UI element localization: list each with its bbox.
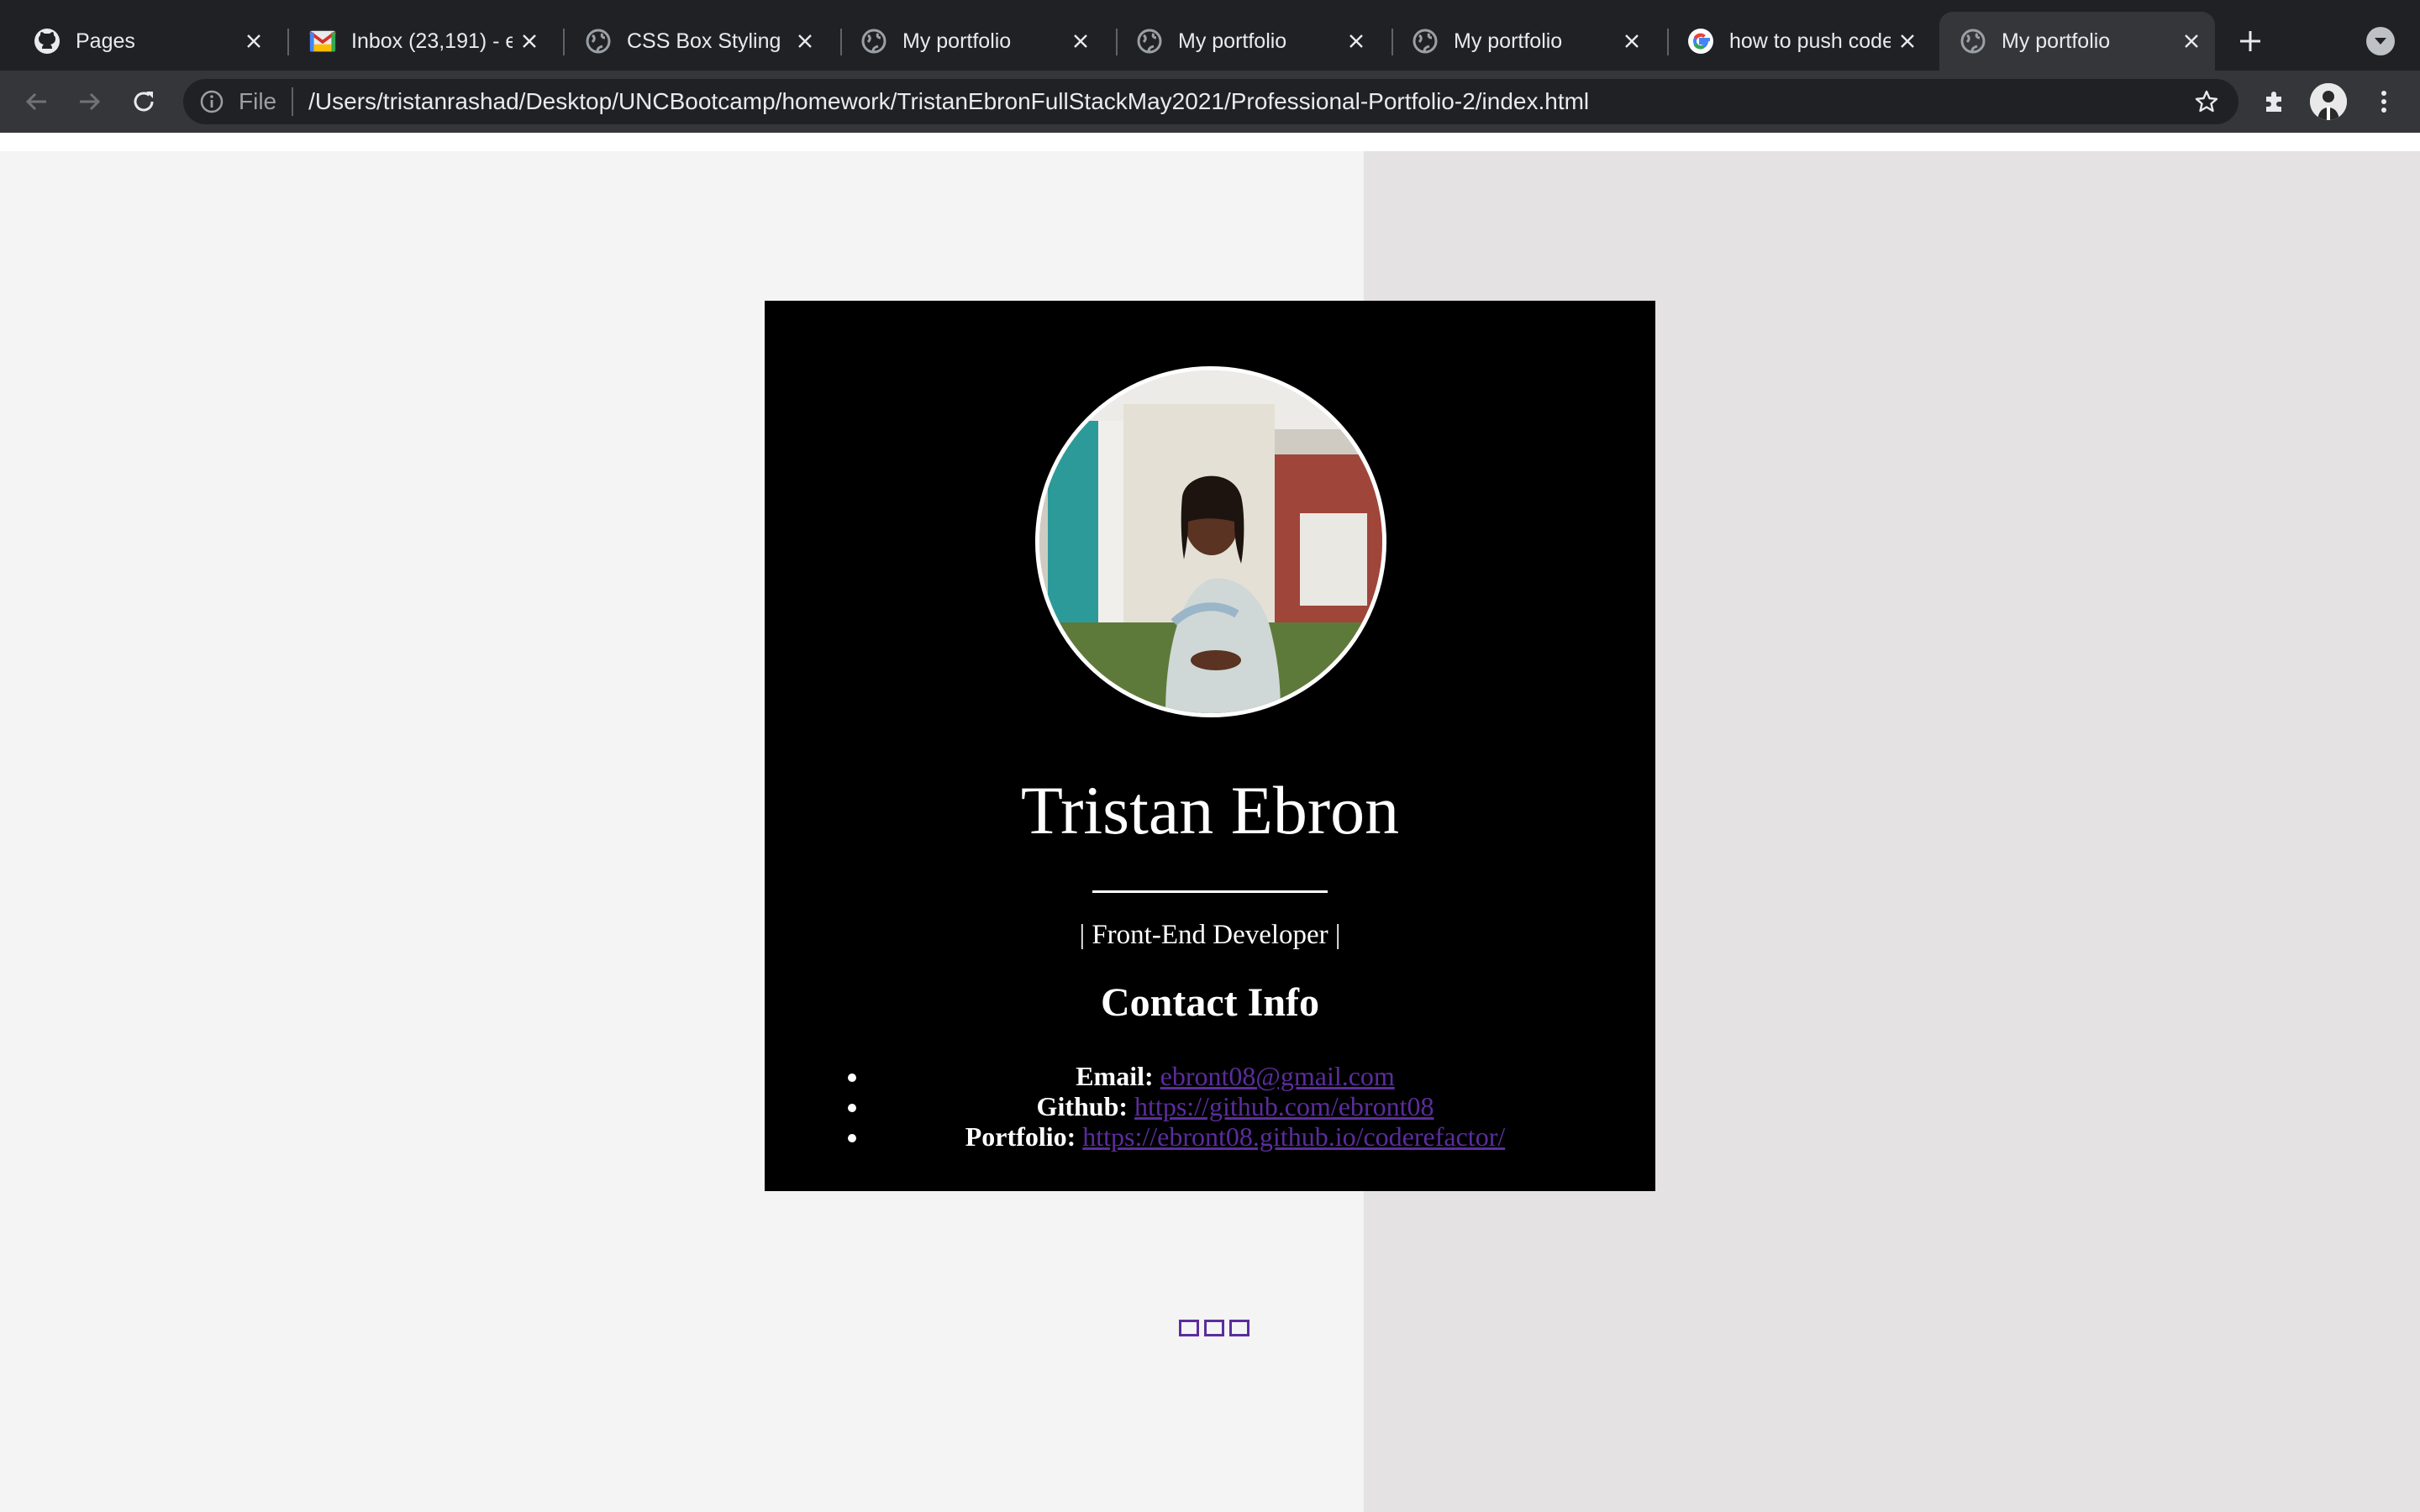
name-divider <box>1092 890 1328 893</box>
globe-icon <box>860 28 887 55</box>
gmail-icon <box>309 28 336 55</box>
contact-label: Email: <box>1076 1061 1154 1091</box>
tab-title: how to push code <box>1729 29 1891 53</box>
contact-item-email: Email: ebront08@gmail.com <box>870 1061 1601 1091</box>
github-link[interactable]: https://github.com/ebront08 <box>1134 1091 1434 1121</box>
missing-glyph-icon[interactable] <box>1229 1320 1249 1336</box>
email-link[interactable]: ebront08@gmail.com <box>1160 1061 1395 1091</box>
reload-button[interactable] <box>123 81 165 123</box>
tab-my-portfolio[interactable]: My portfolio <box>1102 12 1380 71</box>
profile-card: Tristan Ebron | Front-End Developer | Co… <box>765 301 1655 1191</box>
contact-label: Github: <box>1036 1091 1128 1121</box>
tab-my-portfolio[interactable]: My portfolio <box>827 12 1104 71</box>
close-icon[interactable] <box>237 24 271 58</box>
forward-button[interactable] <box>69 81 111 123</box>
tab-title: Inbox (23,191) - e <box>351 29 513 53</box>
tab-how-to-push-code[interactable]: how to push code <box>1654 12 1931 71</box>
tab-css-box-styling[interactable]: CSS Box Styling <box>551 12 829 71</box>
globe-icon <box>585 28 612 55</box>
tab-title: My portfolio <box>902 29 1012 53</box>
github-icon <box>34 28 60 55</box>
profile-role: | Front-End Developer | <box>1079 920 1341 950</box>
missing-glyph-icon[interactable] <box>1179 1320 1199 1336</box>
close-icon[interactable] <box>513 24 546 58</box>
close-icon[interactable] <box>1339 24 1373 58</box>
tab-search-button[interactable] <box>2366 27 2395 55</box>
tab-title: Pages <box>76 29 135 53</box>
info-icon[interactable] <box>198 88 225 115</box>
tab-my-portfolio[interactable]: My portfolio <box>1378 12 1655 71</box>
contact-heading: Contact Info <box>1101 980 1319 1025</box>
globe-icon <box>1136 28 1163 55</box>
new-tab-button[interactable] <box>2231 22 2270 60</box>
close-icon[interactable] <box>1064 24 1097 58</box>
tab-title: CSS Box Styling <box>627 29 781 53</box>
page-top-band <box>0 133 2420 151</box>
extensions-puzzle-icon[interactable] <box>2254 81 2296 123</box>
contact-item-portfolio: Portfolio: https://ebront08.github.io/co… <box>870 1121 1601 1152</box>
tab-title: My portfolio <box>2002 29 2111 53</box>
globe-icon <box>1960 28 1986 55</box>
tab-pages[interactable]: Pages <box>0 12 277 71</box>
profile-name: Tristan Ebron <box>1020 772 1400 848</box>
tab-strip: Pages Inbox (23,191) - e CSS Box Styling… <box>0 0 2420 71</box>
back-button[interactable] <box>15 81 57 123</box>
contact-list: Email: ebront08@gmail.com Github: https:… <box>870 1061 1601 1152</box>
tab-title: My portfolio <box>1178 29 1287 53</box>
browser-toolbar: File /Users/tristanrashad/Desktop/UNCBoo… <box>0 71 2420 133</box>
omnibox-divider <box>292 87 294 116</box>
contact-label: Portfolio: <box>965 1121 1076 1152</box>
close-icon[interactable] <box>788 24 822 58</box>
close-icon[interactable] <box>1615 24 1649 58</box>
tab-my-portfolio-active[interactable]: My portfolio <box>1939 12 2215 71</box>
bookmark-star-icon[interactable] <box>2190 85 2223 118</box>
missing-glyph-links[interactable] <box>1179 1320 1249 1336</box>
address-bar[interactable]: File /Users/tristanrashad/Desktop/UNCBoo… <box>183 79 2238 124</box>
page-viewport: Tristan Ebron | Front-End Developer | Co… <box>0 133 2420 1512</box>
close-icon[interactable] <box>1891 24 1924 58</box>
url-scheme: File <box>239 88 277 114</box>
globe-icon <box>1412 28 1439 55</box>
portfolio-link[interactable]: https://ebront08.github.io/coderefactor/ <box>1082 1121 1505 1152</box>
profile-photo <box>1035 366 1386 717</box>
profile-avatar[interactable] <box>2310 83 2347 120</box>
missing-glyph-icon[interactable] <box>1204 1320 1224 1336</box>
tab-title: My portfolio <box>1454 29 1563 53</box>
google-icon <box>1687 28 1714 55</box>
browser-menu-icon[interactable] <box>2363 81 2405 123</box>
url-text[interactable]: /Users/tristanrashad/Desktop/UNCBootcamp… <box>308 88 2190 115</box>
contact-item-github: Github: https://github.com/ebront08 <box>870 1091 1601 1121</box>
tab-inbox[interactable]: Inbox (23,191) - e <box>276 12 553 71</box>
close-icon[interactable] <box>2175 24 2208 58</box>
